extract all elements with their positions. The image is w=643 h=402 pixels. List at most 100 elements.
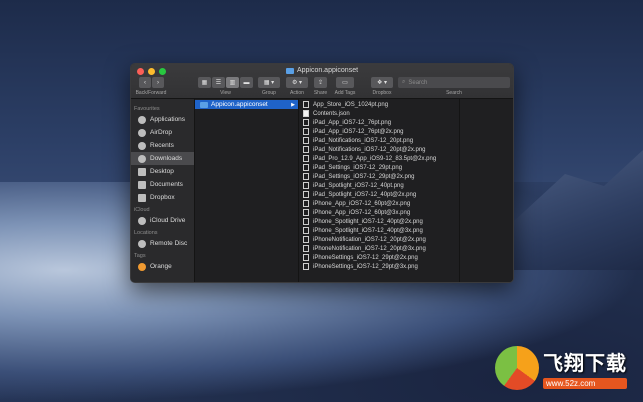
disc-icon xyxy=(138,239,146,248)
file-name: iPhoneNotification_iOS7-12_20pt@2x.png xyxy=(313,236,426,243)
watermark-logo-icon xyxy=(495,346,539,390)
file-name: iPad_Notifications_iOS7-12_20pt.png xyxy=(313,137,414,144)
png-file-icon xyxy=(303,245,309,252)
share-button[interactable]: ⇪ xyxy=(314,77,327,88)
file-row[interactable]: iPhone_Spotlight_iOS7-12_40pt@3x.png xyxy=(299,226,459,235)
png-file-icon xyxy=(303,101,309,108)
file-row[interactable]: iPad_Notifications_iOS7-12_20pt@2x.png xyxy=(299,145,459,154)
sidebar-item-icloud-drive[interactable]: iCloud Drive xyxy=(131,214,194,227)
browser-column-1: Appicon.appiconset ▶ xyxy=(195,99,299,282)
sidebar-item-downloads[interactable]: Downloads xyxy=(131,152,194,165)
airdrop-icon xyxy=(138,128,146,137)
file-name: iPhone_App_iOS7-12_60pt@3x.png xyxy=(313,209,411,216)
png-file-icon xyxy=(303,227,309,234)
desktop-icon xyxy=(138,167,146,176)
file-name: iPhoneNotification_iOS7-12_20pt@3x.png xyxy=(313,245,426,252)
dropbox-label: Dropbox xyxy=(372,90,392,96)
file-row[interactable]: iPhone_App_iOS7-12_60pt@2x.png xyxy=(299,199,459,208)
png-file-icon xyxy=(303,137,309,144)
cloud-icon xyxy=(138,216,146,225)
png-file-icon xyxy=(303,254,309,261)
view-label: View xyxy=(220,90,231,96)
file-row[interactable]: iPhoneNotification_iOS7-12_20pt@3x.png xyxy=(299,244,459,253)
file-name: iPad_Pro_12.9_App_iOS9-12_83.5pt@2x.png xyxy=(313,155,437,162)
sidebar-heading-tags: Tags xyxy=(134,253,146,259)
window-title: Appicon.appiconset xyxy=(131,67,513,74)
sidebar-heading-favourites: Favourites xyxy=(134,106,160,112)
icon-view-button[interactable]: ▦ xyxy=(198,77,211,88)
downloads-icon xyxy=(138,154,146,163)
search-icon: ⌕ xyxy=(402,79,406,85)
sidebar-item-airdrop[interactable]: AirDrop xyxy=(131,126,194,139)
action-label: Action xyxy=(290,90,304,96)
file-row[interactable]: iPad_App_iOS7-12_76pt.png xyxy=(299,118,459,127)
add-tags-button[interactable]: ▭ xyxy=(336,77,354,88)
file-row[interactable]: iPhone_App_iOS7-12_60pt@3x.png xyxy=(299,208,459,217)
file-name: iPhone_Spotlight_iOS7-12_40pt@2x.png xyxy=(313,218,423,225)
sidebar-heading-icloud: iCloud xyxy=(134,207,150,213)
file-row[interactable]: iPad_Spotlight_iOS7-12_40pt@2x.png xyxy=(299,190,459,199)
file-name: iPhoneSettings_iOS7-12_29pt@2x.png xyxy=(313,254,418,261)
watermark: 飞翔下载 www.52z.com xyxy=(495,344,635,392)
sidebar-item-recents[interactable]: Recents xyxy=(131,139,194,152)
file-name: iPhone_App_iOS7-12_60pt@2x.png xyxy=(313,200,411,207)
file-name: iPhone_Spotlight_iOS7-12_40pt@3x.png xyxy=(313,227,423,234)
recents-icon xyxy=(138,141,146,150)
folder-icon xyxy=(285,67,294,74)
file-name: Contents.json xyxy=(313,110,350,117)
action-button[interactable]: ⚙ ▾ xyxy=(286,77,308,88)
wallpaper-mountain xyxy=(513,150,643,270)
documents-icon xyxy=(138,180,146,189)
list-view-button[interactable]: ☰ xyxy=(212,77,225,88)
column-view-button[interactable]: ▥ xyxy=(226,77,239,88)
file-row[interactable]: iPad_Spotlight_iOS7-12_40pt.png xyxy=(299,181,459,190)
file-row[interactable]: Contents.json xyxy=(299,109,459,118)
file-name: iPad_App_iOS7-12_76pt@2x.png xyxy=(313,128,404,135)
file-name: iPad_Notifications_iOS7-12_20pt@2x.png xyxy=(313,146,426,153)
sidebar-item-tag-orange[interactable]: Orange xyxy=(131,260,194,273)
file-name: iPad_Settings_iOS7-12_29pt@2x.png xyxy=(313,173,415,180)
file-row[interactable]: iPad_Pro_12.9_App_iOS9-12_83.5pt@2x.png xyxy=(299,154,459,163)
file-row[interactable]: iPad_Settings_iOS7-12_29pt.png xyxy=(299,163,459,172)
png-file-icon xyxy=(303,218,309,225)
png-file-icon xyxy=(303,119,309,126)
title-bar: Appicon.appiconset ‹ › Back/Forward ▦ ☰ … xyxy=(131,64,513,99)
group-label: Group xyxy=(262,90,276,96)
sidebar: Favourites Applications AirDrop Recents … xyxy=(131,99,195,282)
file-name: iPad_Spotlight_iOS7-12_40pt.png xyxy=(313,182,404,189)
finder-window: Appicon.appiconset ‹ › Back/Forward ▦ ☰ … xyxy=(130,63,514,283)
png-file-icon xyxy=(303,164,309,171)
browser-column-2: App_Store_iOS_1024pt.png Contents.json iPa… xyxy=(299,99,460,282)
png-file-icon xyxy=(303,182,309,189)
file-row[interactable]: iPad_Settings_iOS7-12_29pt@2x.png xyxy=(299,172,459,181)
file-name: iPad_Settings_iOS7-12_29pt.png xyxy=(313,164,403,171)
sidebar-item-desktop[interactable]: Desktop xyxy=(131,165,194,178)
file-name: iPad_Spotlight_iOS7-12_40pt@2x.png xyxy=(313,191,417,198)
file-row[interactable]: iPhone_Spotlight_iOS7-12_40pt@2x.png xyxy=(299,217,459,226)
file-row[interactable]: App_Store_iOS_1024pt.png xyxy=(299,100,459,109)
png-file-icon xyxy=(303,155,309,162)
sidebar-item-remote-disc[interactable]: Remote Disc xyxy=(131,237,194,250)
png-file-icon xyxy=(303,173,309,180)
file-row[interactable]: iPhoneSettings_iOS7-12_29pt@2x.png xyxy=(299,253,459,262)
sidebar-item-dropbox[interactable]: Dropbox xyxy=(131,191,194,204)
dropbox-button[interactable]: ❖ ▾ xyxy=(371,77,393,88)
png-file-icon xyxy=(303,191,309,198)
dropbox-icon xyxy=(138,193,146,202)
png-file-icon xyxy=(303,200,309,207)
file-row[interactable]: iPad_App_iOS7-12_76pt@2x.png xyxy=(299,127,459,136)
file-row[interactable]: iPhoneSettings_iOS7-12_29pt@3x.png xyxy=(299,262,459,271)
disclosure-arrow-icon: ▶ xyxy=(291,101,295,108)
png-file-icon xyxy=(303,236,309,243)
file-row[interactable]: iPad_Notifications_iOS7-12_20pt.png xyxy=(299,136,459,145)
tag-dot-icon xyxy=(138,262,146,271)
back-button[interactable]: ‹ xyxy=(139,77,151,88)
sidebar-item-applications[interactable]: Applications xyxy=(131,113,194,126)
sidebar-item-documents[interactable]: Documents xyxy=(131,178,194,191)
forward-button[interactable]: › xyxy=(152,77,164,88)
group-button[interactable]: ▦ ▾ xyxy=(258,77,280,88)
file-row[interactable]: iPhoneNotification_iOS7-12_20pt@2x.png xyxy=(299,235,459,244)
gallery-view-button[interactable]: ▬ xyxy=(240,77,253,88)
search-input[interactable]: ⌕ Search xyxy=(398,77,510,88)
folder-row-selected[interactable]: Appicon.appiconset ▶ xyxy=(195,100,298,109)
